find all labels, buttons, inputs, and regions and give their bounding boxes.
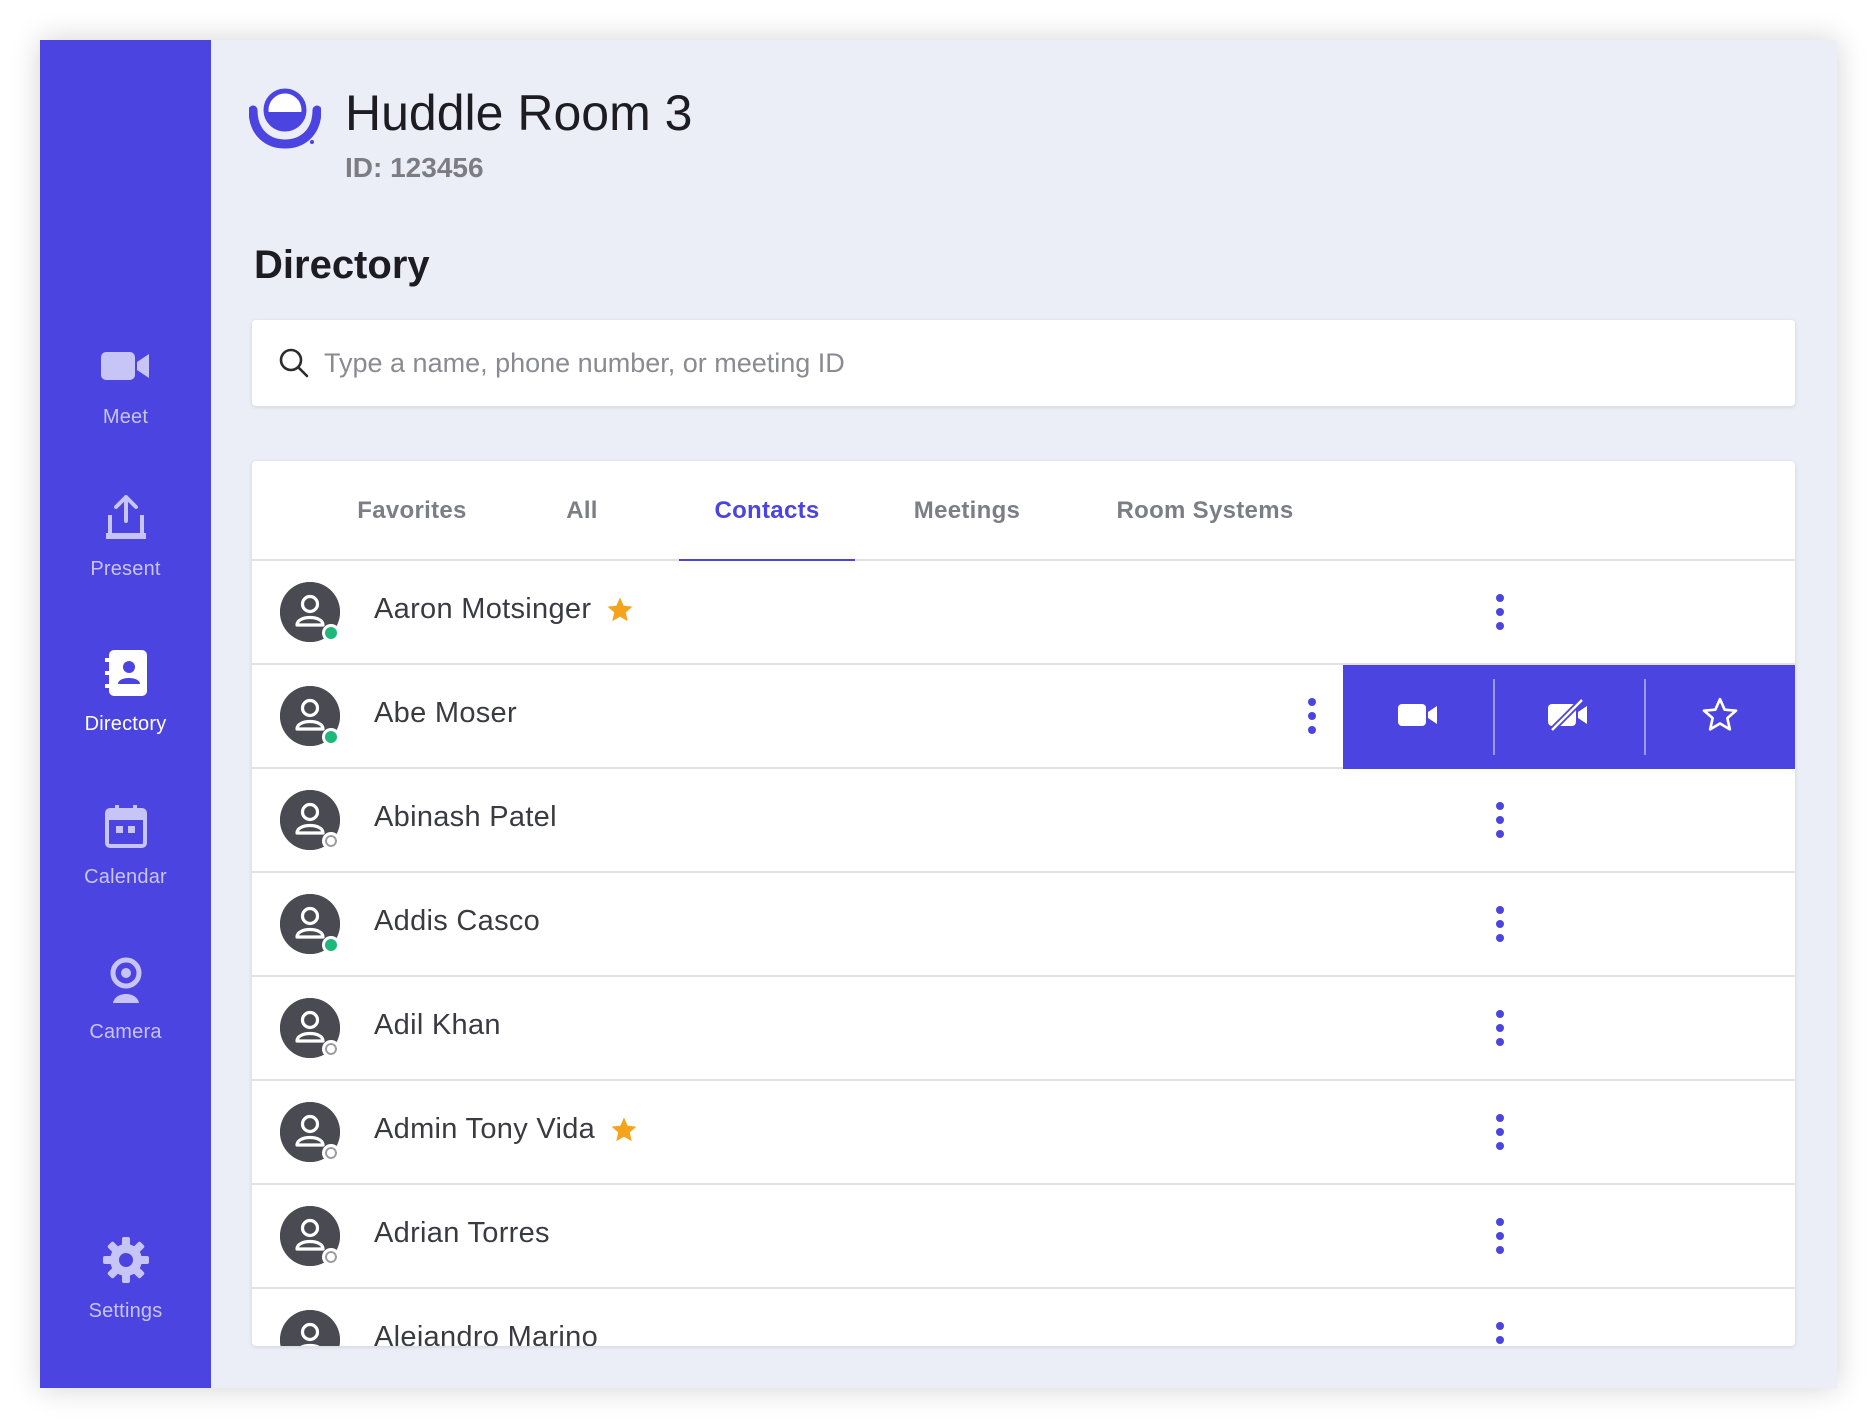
nav-settings-label: Settings — [88, 1300, 163, 1322]
search-icon — [279, 348, 309, 378]
divider — [1644, 679, 1646, 755]
nav-calendar[interactable]: Calendar — [40, 798, 211, 918]
contact-name: Abinash Patel — [374, 801, 557, 833]
video-camera-icon — [98, 338, 154, 394]
room-id: ID: 123456 — [345, 152, 484, 183]
directory-tabs: Favorites All Contacts Meetings Room Sys… — [252, 461, 1795, 563]
more-options-icon[interactable] — [1488, 1007, 1512, 1051]
contact-name: Alejandro Marino — [374, 1321, 599, 1346]
more-options-icon[interactable] — [1488, 799, 1512, 843]
contact-name: Adrian Torres — [374, 1217, 550, 1249]
row-action-strip — [1343, 665, 1795, 769]
more-options-icon[interactable] — [1488, 903, 1512, 947]
calendar-icon — [98, 798, 154, 854]
online-status-dot — [322, 936, 340, 954]
favorite-star-icon — [605, 595, 635, 625]
avatar — [280, 1206, 340, 1266]
nav-calendar-label: Calendar — [84, 866, 167, 888]
bluejeans-logo-icon — [248, 86, 322, 150]
contact-name: Adil Khan — [374, 1009, 501, 1041]
avatar — [280, 894, 340, 954]
nav-directory-label: Directory — [84, 713, 167, 735]
contact-row[interactable]: Abinash Patel — [252, 769, 1795, 873]
contact-row[interactable]: Adil Khan — [252, 977, 1795, 1081]
webcam-icon — [98, 953, 154, 1009]
avatar — [280, 1310, 340, 1346]
page-title: Directory — [254, 243, 430, 287]
offline-status-dot — [322, 832, 340, 850]
offline-status-dot — [322, 1248, 340, 1266]
avatar — [280, 790, 340, 850]
gear-icon — [98, 1232, 154, 1288]
tab-favorites[interactable]: Favorites — [332, 461, 492, 561]
offline-status-dot — [322, 1040, 340, 1058]
more-options-icon[interactable] — [1488, 1111, 1512, 1155]
tab-all[interactable]: All — [532, 461, 632, 561]
video-call-button[interactable] — [1343, 665, 1494, 769]
search-input[interactable] — [324, 347, 1724, 379]
tab-room-systems[interactable]: Room Systems — [1090, 461, 1320, 561]
tab-meetings[interactable]: Meetings — [882, 461, 1052, 561]
contact-row[interactable]: Addis Casco — [252, 873, 1795, 977]
avatar — [280, 1102, 340, 1162]
contact-row[interactable]: Alejandro Marino — [252, 1289, 1795, 1346]
online-status-dot — [322, 624, 340, 642]
contact-list: Aaron Motsinger Abe Moser Abinash Patel Add… — [252, 561, 1795, 1346]
nav-camera-label: Camera — [89, 1021, 162, 1043]
tab-contacts[interactable]: Contacts — [679, 461, 855, 563]
more-options-icon[interactable] — [1488, 1215, 1512, 1259]
favorite-star-icon — [609, 1115, 639, 1145]
contact-name: Addis Casco — [374, 905, 541, 937]
contact-row[interactable]: Admin Tony Vida — [252, 1081, 1795, 1185]
nav-meet[interactable]: Meet — [40, 338, 211, 458]
offline-status-dot — [322, 1144, 340, 1162]
star-outline-icon — [1700, 695, 1740, 740]
main-content: Huddle Room 3 ID: 123456 Directory Favor… — [211, 40, 1837, 1388]
avatar — [280, 686, 340, 746]
avatar — [280, 582, 340, 642]
video-call-icon — [1398, 702, 1438, 733]
nav-settings[interactable]: Settings — [40, 1232, 211, 1352]
star-outline-button[interactable] — [1644, 665, 1795, 769]
contact-name: Aaron Motsinger — [374, 593, 592, 625]
avatar — [280, 998, 340, 1058]
sidebar: Meet Present Directory Calendar Camera S… — [40, 40, 211, 1388]
room-title: Huddle Room 3 — [345, 85, 693, 141]
contact-row[interactable]: Abe Moser — [252, 665, 1795, 769]
video-off-call-button[interactable] — [1494, 665, 1645, 769]
divider — [1493, 679, 1495, 755]
online-status-dot — [322, 728, 340, 746]
contact-name: Abe Moser — [374, 697, 517, 729]
directory-panel: Favorites All Contacts Meetings Room Sys… — [252, 461, 1795, 1346]
more-options-icon[interactable] — [1300, 695, 1324, 739]
search-bar[interactable] — [252, 320, 1795, 406]
nav-meet-label: Meet — [102, 406, 149, 428]
video-off-call-icon — [1548, 697, 1590, 736]
contact-row[interactable]: Adrian Torres — [252, 1185, 1795, 1289]
nav-present[interactable]: Present — [40, 490, 211, 610]
more-options-icon[interactable] — [1488, 591, 1512, 635]
share-screen-icon — [98, 490, 154, 546]
contact-row[interactable]: Aaron Motsinger — [252, 561, 1795, 665]
app-window: Meet Present Directory Calendar Camera S… — [40, 40, 1837, 1388]
nav-camera[interactable]: Camera — [40, 953, 211, 1073]
nav-directory[interactable]: Directory — [40, 645, 211, 765]
contact-name: Admin Tony Vida — [374, 1113, 596, 1145]
nav-present-label: Present — [90, 558, 161, 580]
address-book-icon — [98, 645, 154, 701]
more-options-icon[interactable] — [1488, 1319, 1512, 1346]
